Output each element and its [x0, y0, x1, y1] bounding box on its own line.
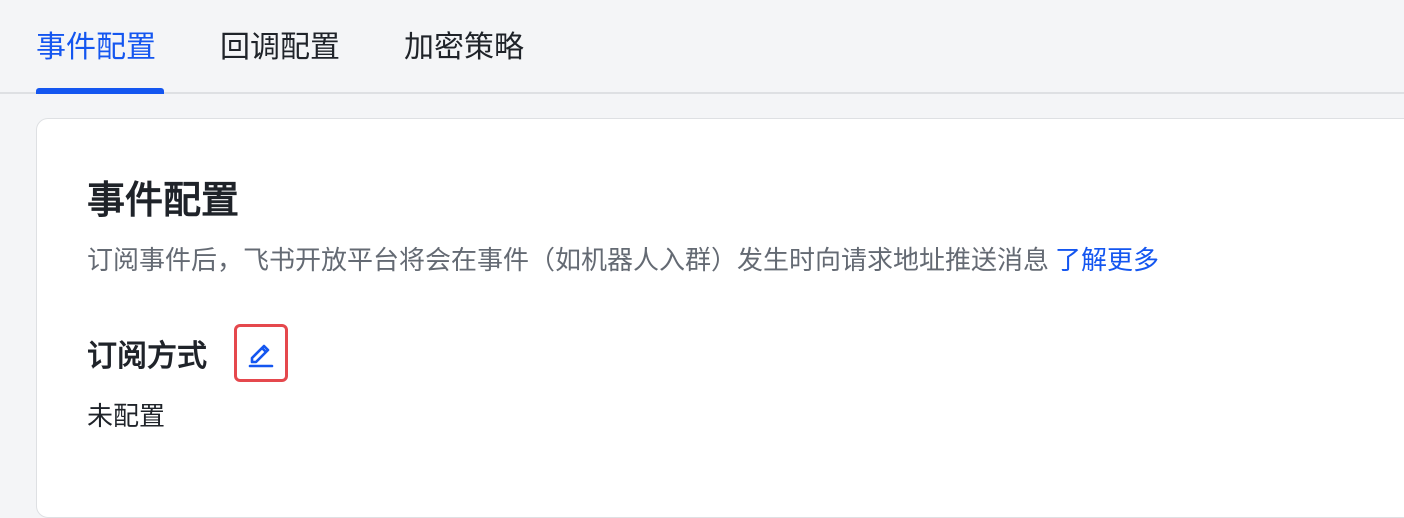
tab-callback-config[interactable]: 回调配置 [220, 26, 340, 70]
learn-more-link[interactable]: 了解更多 [1055, 246, 1159, 276]
pencil-icon [248, 344, 274, 368]
description-text: 订阅事件后，飞书开放平台将会在事件（如机器人入群）发生时向请求地址推送消息 [87, 246, 1050, 276]
tab-encryption-policy[interactable]: 加密策略 [404, 26, 524, 70]
subscription-method-value: 未配置 [87, 402, 166, 432]
active-tab-indicator [36, 88, 164, 94]
card-description: 订阅事件后，飞书开放平台将会在事件（如机器人入群）发生时向请求地址推送消息 了解更… [87, 243, 1159, 279]
tab-bar: 事件配置 回调配置 加密策略 [0, 0, 1404, 94]
subscription-method-label: 订阅方式 [87, 339, 207, 374]
tab-event-config[interactable]: 事件配置 [36, 26, 156, 70]
card-title: 事件配置 [87, 178, 240, 222]
event-config-card: 事件配置 订阅事件后，飞书开放平台将会在事件（如机器人入群）发生时向请求地址推送… [36, 118, 1404, 518]
edit-subscription-button[interactable] [234, 324, 288, 382]
